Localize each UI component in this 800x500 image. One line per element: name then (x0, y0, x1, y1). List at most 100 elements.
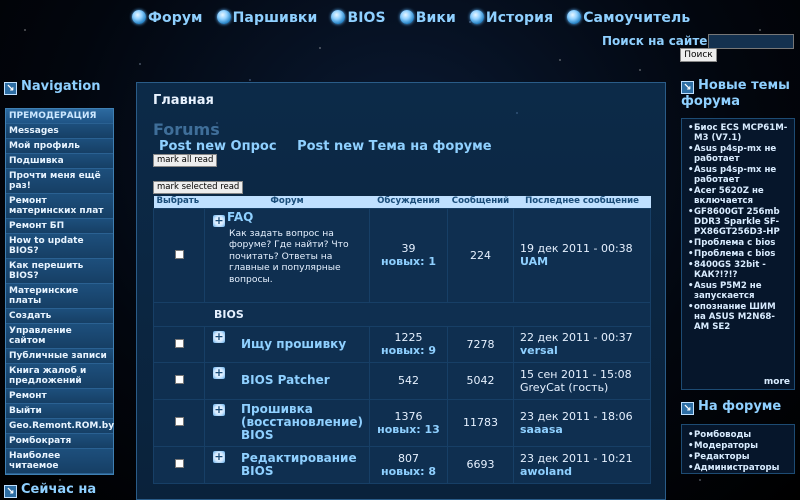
forum-group-item[interactable]: Редакторы (688, 452, 790, 462)
topics-count: 542 (398, 374, 419, 387)
new-topic-item[interactable]: Asus p4sp-mx не работает (688, 165, 790, 185)
top-navigation: Форум Паршивки BIOS Вики История Самоучи… (132, 10, 704, 26)
posts-count: 5042 (447, 361, 514, 400)
navigation-menu: ПРЕМОДЕРАЦИЯ Messages Мой профиль Подшив… (5, 108, 114, 475)
new-topic-item[interactable]: Проблема с bios (688, 238, 790, 248)
forum-group-item[interactable]: Модераторы (688, 441, 790, 451)
new-topic-item[interactable]: Acer 5620Z не включается (688, 186, 790, 206)
post-actions: Post new Опрос Post new Тема на форуме (159, 139, 508, 154)
new-topics-count[interactable]: новых: 1 (370, 255, 447, 268)
forum-plus-icon: + (213, 213, 225, 227)
nav-item-rombocracy[interactable]: Ромбократя (6, 434, 113, 449)
nav-item-psu-repair[interactable]: Ремонт БП (6, 219, 113, 234)
nav-item-subscriptions[interactable]: Подшивка (6, 154, 113, 169)
forum-plus-icon: + (213, 329, 225, 343)
forum-name[interactable]: BIOS Patcher (241, 373, 330, 387)
select-checkbox[interactable] (174, 417, 184, 426)
nav-item-repair[interactable]: Ремонт (6, 389, 113, 404)
select-checkbox[interactable] (174, 375, 184, 384)
topics-count: 1376 (394, 409, 423, 423)
chevron-right-icon: ↘ (4, 485, 17, 498)
new-topic-item[interactable]: опознание ШИМ на ASUS M2N68-AM SE2 (688, 302, 790, 332)
table-row: + Редактирование BIOS 807 новых: 8 6693 … (153, 445, 651, 484)
column-last-post: Последнее сообщение (513, 196, 651, 208)
last-post-date: 23 дек 2011 - 10:21 (520, 451, 633, 465)
new-topics-count[interactable]: новых: 9 (370, 344, 447, 357)
nav-item-motherboard-repair[interactable]: Ремонт материнских плат (6, 194, 113, 219)
topnav-bios[interactable]: BIOS (331, 10, 386, 26)
nav-item-complaints[interactable]: Книга жалоб и предложений (6, 364, 113, 389)
posts-count: 11783 (447, 398, 514, 447)
nav-item-site-management[interactable]: Управление сайтом (6, 324, 113, 349)
topics-count: 39 (401, 242, 416, 255)
select-checkbox[interactable] (174, 338, 184, 348)
nav-item-premoderation[interactable]: ПРЕМОДЕРАЦИЯ (6, 109, 113, 124)
chevron-right-icon: ↘ (681, 402, 694, 415)
search-input[interactable] (708, 34, 794, 49)
nav-item-how-flash-bios[interactable]: Как перешить BIOS? (6, 259, 113, 284)
new-topic-item[interactable]: Биос ECS MCP61M-M3 (V7.1) (688, 123, 790, 143)
topnav-history[interactable]: История (469, 10, 553, 26)
topnav-firmwares[interactable]: Паршивки (216, 10, 318, 26)
last-post-user[interactable]: awoland (520, 465, 650, 478)
globe-icon (567, 10, 582, 24)
new-topics-list: Биос ECS MCP61M-M3 (V7.1) Asus p4sp-mx н… (681, 118, 795, 390)
main-content: Главная Forums Post new Опрос Post new Т… (136, 82, 666, 500)
nav-item-create[interactable]: Создать (6, 309, 113, 324)
last-post-user[interactable]: UAM (520, 255, 650, 268)
forum-group-item[interactable]: Администраторы (688, 463, 790, 473)
more-link[interactable]: more (764, 377, 790, 387)
topics-count: 807 (398, 451, 419, 465)
search-button[interactable]: Поиск (680, 48, 717, 62)
forum-name[interactable]: Ищу прошивку (241, 337, 346, 351)
forum-plus-icon: + (213, 365, 225, 379)
posts-count: 224 (447, 207, 514, 303)
nav-item-logout[interactable]: Выйти (6, 404, 113, 419)
breadcrumb[interactable]: Главная (153, 93, 214, 108)
table-row: + Ищу прошивку 1225 новых: 9 7278 22 дек… (153, 325, 651, 363)
new-topics-count[interactable]: новых: 8 (370, 465, 447, 478)
column-forum: Форум (204, 196, 370, 208)
last-post-user[interactable]: saaasa (520, 423, 650, 436)
nav-item-public-posts[interactable]: Публичные записи (6, 349, 113, 364)
topnav-wiki[interactable]: Вики (399, 10, 456, 26)
new-topics-count[interactable]: новых: 13 (370, 423, 447, 436)
chevron-right-icon: ↘ (4, 82, 17, 95)
column-posts: Сообщений (447, 196, 514, 208)
mark-selected-read-button[interactable]: mark selected read (153, 181, 244, 194)
select-checkbox[interactable] (174, 459, 184, 468)
forum-table: Выбрать Форум Обсуждения Сообщений После… (153, 196, 651, 484)
topnav-tutorial[interactable]: Самоучитель (567, 10, 690, 26)
nav-item-motherboards[interactable]: Материнские платы (6, 284, 113, 309)
select-checkbox[interactable] (174, 249, 184, 259)
nav-item-most-read[interactable]: Наиболее читаемое (6, 449, 113, 474)
forum-name[interactable]: Редактирование BIOS (241, 451, 357, 478)
new-topic-item[interactable]: 8400GS 32bit - КАК?!?!? (688, 260, 790, 280)
forum-name[interactable]: FAQ (227, 210, 363, 224)
topnav-forum[interactable]: Форум (132, 10, 203, 26)
nav-item-messages[interactable]: Messages (6, 124, 113, 139)
new-topic-item[interactable]: Проблема с bios (688, 249, 790, 259)
post-new-poll-link[interactable]: Post new Опрос (159, 139, 277, 154)
post-new-topic-link[interactable]: Post new Тема на форуме (297, 139, 492, 154)
forum-group-item[interactable]: Ромбоводы (688, 430, 790, 440)
nav-item-geo-remont[interactable]: Geo.Remont.ROM.by (6, 419, 114, 434)
nav-item-read-me[interactable]: Прочти меня ещё раз! (6, 169, 113, 194)
last-post-user[interactable]: versal (520, 344, 650, 357)
posts-count: 6693 (447, 445, 514, 484)
site-search: Поиск на сайте: (602, 34, 794, 49)
new-topic-item[interactable]: GF8600GT 256mb DDR3 Sparkle SF-PX86GT256… (688, 207, 790, 237)
nav-item-how-update-bios[interactable]: How to update BIOS? (6, 234, 113, 259)
category-title[interactable]: BIOS (214, 308, 244, 321)
mark-all-read-button[interactable]: mark all read (153, 154, 218, 167)
new-topic-item[interactable]: Asus p4sp-mx не работает (688, 144, 790, 164)
chevron-right-icon: ↘ (681, 81, 694, 94)
globe-icon (216, 10, 231, 24)
nav-item-my-profile[interactable]: Мой профиль (6, 139, 113, 154)
topics-count: 1225 (394, 331, 423, 344)
globe-icon (132, 10, 146, 24)
last-post-date: 15 сен 2011 - 15:08 (520, 367, 632, 381)
new-topic-item[interactable]: Asus P5M2 не запускается (688, 281, 790, 301)
forum-name[interactable]: Прошивка (восстановление) BIOS (241, 402, 363, 442)
last-post-user[interactable]: GreyCat (гость) (520, 381, 650, 394)
